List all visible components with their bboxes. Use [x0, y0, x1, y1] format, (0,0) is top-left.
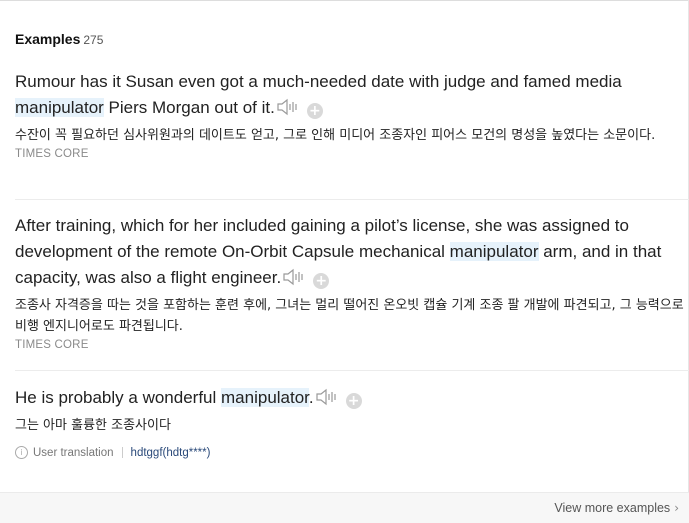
divider: [121, 447, 123, 458]
plus-icon[interactable]: +: [345, 393, 362, 409]
example-source: TIMES CORE: [15, 148, 89, 160]
example-translation: 조종사 자격증을 따는 것을 포함하는 훈련 후에, 그녀는 멀리 떨어진 온오…: [15, 298, 684, 334]
examples-title: Examples: [15, 31, 81, 47]
highlighted-word[interactable]: manipulator: [221, 388, 309, 407]
example-item-2: After training, which for her included g…: [15, 213, 687, 351]
info-icon[interactable]: i: [15, 446, 28, 459]
view-more-examples-link[interactable]: View more examples ›: [554, 501, 679, 515]
user-translation-label: User translation: [33, 446, 114, 459]
speaker-icon[interactable]: [316, 388, 340, 406]
speaker-icon[interactable]: [283, 268, 307, 286]
top-border: [0, 0, 689, 1]
example-translation: 수잔이 꼭 필요하던 심사위원과의 데이트도 얻고, 그로 인해 미디어 조종자…: [15, 128, 656, 143]
divider: [15, 199, 689, 200]
examples-count: 275: [83, 33, 104, 47]
chevron-right-icon: ›: [674, 501, 679, 515]
plus-icon[interactable]: +: [313, 273, 330, 289]
user-id-link[interactable]: hdtggf(hdtg****): [131, 447, 211, 459]
highlighted-word[interactable]: manipulator: [15, 98, 104, 117]
speaker-icon[interactable]: [277, 98, 301, 116]
plus-icon[interactable]: +: [306, 103, 323, 119]
footer-bar: View more examples ›: [0, 492, 689, 523]
divider: [15, 370, 689, 371]
example-source: TIMES CORE: [15, 339, 89, 351]
example-item-1: Rumour has it Susan even got a much-need…: [15, 69, 687, 160]
user-translation-line: i User translation hdtggf(hdtg****): [15, 446, 687, 459]
example-sentence: He is probably a wonderful manipulator. +: [15, 385, 680, 411]
example-sentence: After training, which for her included g…: [15, 216, 662, 289]
example-translation: 그는 아마 훌륭한 조종사이다: [15, 418, 171, 433]
highlighted-word[interactable]: manipulator: [449, 242, 539, 261]
example-sentence: Rumour has it Susan even got a much-need…: [15, 72, 622, 119]
example-item-3: He is probably a wonderful manipulator. +…: [15, 385, 687, 459]
examples-header: Examples 275: [15, 31, 103, 47]
